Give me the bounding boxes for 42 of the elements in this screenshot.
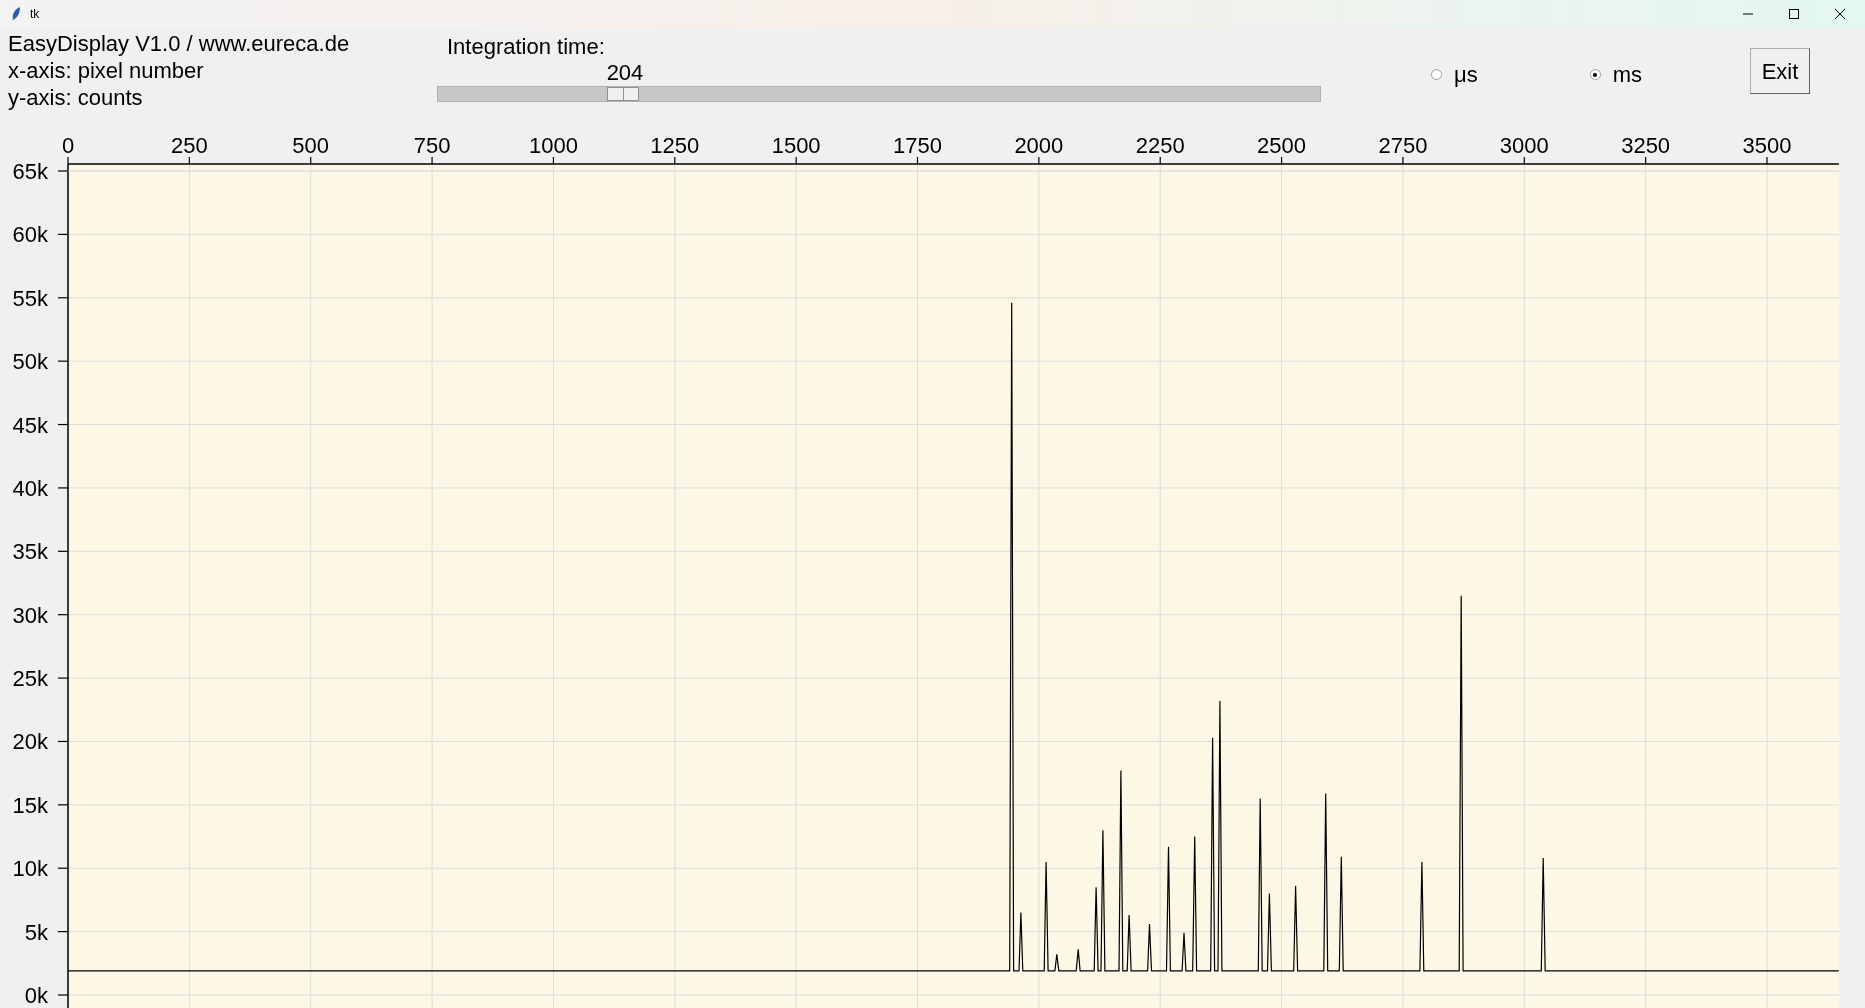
- x-tick-label: 0: [61, 133, 75, 158]
- x-tick-label: 3500: [1742, 133, 1792, 158]
- x-tick-label: 1250: [650, 133, 700, 158]
- y-tick-label: 50k: [12, 349, 48, 375]
- y-tick-label: 30k: [12, 602, 48, 628]
- x-tick-label: 2000: [1014, 133, 1064, 158]
- exit-button[interactable]: Exit: [1750, 48, 1810, 94]
- y-tick-label: 35k: [12, 539, 48, 565]
- y-tick-label: 0k: [24, 983, 48, 1008]
- y-tick-label: 25k: [12, 666, 48, 692]
- info-text: x-axis: pixel number: [8, 57, 205, 84]
- x-tick-label: 2500: [1257, 133, 1307, 158]
- unit-radio[interactable]: μs: [1431, 58, 1478, 91]
- y-tick-label: 10k: [12, 856, 48, 882]
- y-tick-label: 55k: [12, 285, 48, 311]
- slider-label: Integration time:: [447, 34, 605, 60]
- x-tick-label: 500: [292, 133, 330, 158]
- x-tick-label: 3250: [1621, 133, 1671, 158]
- y-tick-label: 20k: [12, 729, 48, 755]
- y-tick-label: 65k: [12, 159, 48, 184]
- info-text: y-axis: counts: [8, 84, 144, 111]
- x-tick-label: 1000: [528, 133, 578, 158]
- y-tick-label: 45k: [12, 412, 48, 438]
- window-title: tk: [30, 6, 40, 23]
- feather-icon: [10, 6, 22, 22]
- x-tick-label: 3000: [1499, 133, 1549, 158]
- x-tick-label: 750: [413, 133, 451, 158]
- close-icon: [1835, 9, 1845, 19]
- y-tick-label: 15k: [12, 792, 48, 818]
- info-text: EasyDisplay V1.0 / www.eureca.de: [8, 30, 351, 57]
- x-tick-label: 2250: [1135, 133, 1185, 158]
- y-tick-label: 5k: [24, 919, 48, 945]
- slider-thumb[interactable]: [607, 87, 640, 101]
- y-tick-label: 60k: [12, 222, 48, 248]
- slider-value: 204: [606, 60, 644, 86]
- x-tick-label: 1500: [771, 133, 821, 158]
- maximize-icon: [1789, 9, 1799, 19]
- x-tick-label: 250: [171, 133, 208, 158]
- x-tick-label: 1750: [893, 133, 942, 158]
- y-tick-label: 40k: [12, 475, 48, 501]
- x-tick-label: 2750: [1378, 133, 1428, 158]
- unit-radio[interactable]: ms: [1589, 58, 1642, 91]
